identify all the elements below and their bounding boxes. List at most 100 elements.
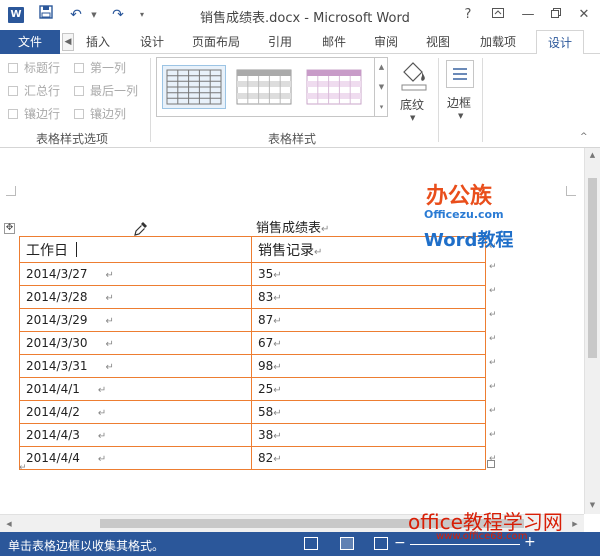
web-layout-icon[interactable]: [374, 537, 388, 550]
save-icon[interactable]: [36, 5, 56, 25]
print-layout-icon[interactable]: [340, 537, 354, 550]
vertical-scrollbar[interactable]: ▲ ▼: [584, 148, 600, 514]
table-row[interactable]: 2014/4/2 ↵ 58↵: [19, 400, 486, 424]
checkbox[interactable]: [74, 86, 84, 96]
workday-cell[interactable]: 2014/4/4 ↵: [19, 446, 252, 470]
zoom-slider[interactable]: [410, 544, 520, 545]
gallery-up-icon[interactable]: ▲: [375, 57, 388, 77]
help-button[interactable]: ?: [456, 4, 480, 26]
sales-record-cell[interactable]: 67↵: [251, 331, 486, 355]
undo-icon[interactable]: ↶: [66, 5, 86, 25]
table-row[interactable]: 2014/4/3 ↵ 38↵: [19, 423, 486, 447]
workday-cell[interactable]: 2014/3/31 ↵: [19, 354, 252, 378]
workday-cell[interactable]: 2014/4/2 ↵: [19, 400, 252, 424]
tab-insert[interactable]: 插入: [80, 30, 116, 54]
checkbox[interactable]: [8, 109, 18, 119]
option-banded-columns[interactable]: 镶边列: [74, 106, 126, 122]
shading-dropdown-icon[interactable]: ▼: [410, 114, 415, 122]
sales-record-cell[interactable]: 82↵: [251, 446, 486, 470]
tab-references[interactable]: 引用: [262, 30, 298, 54]
sales-record-cell[interactable]: 58↵: [251, 400, 486, 424]
table-resize-handle[interactable]: [487, 460, 495, 468]
text-cursor: [76, 241, 77, 257]
table-row[interactable]: 2014/3/29 ↵ 87↵: [19, 308, 486, 332]
tab-mailings[interactable]: 邮件: [316, 30, 352, 54]
sales-record-cell[interactable]: 87↵: [251, 308, 486, 332]
tab-table-design[interactable]: 设计: [536, 30, 584, 55]
table-style-purple-shading[interactable]: [303, 66, 365, 108]
workday-cell[interactable]: 2014/3/30 ↵: [19, 331, 252, 355]
option-first-column[interactable]: 第一列: [74, 60, 126, 76]
tab-review[interactable]: 审阅: [368, 30, 404, 54]
group-label-style-options: 表格样式选项: [36, 132, 109, 146]
vertical-scroll-thumb[interactable]: [588, 178, 597, 358]
checkbox[interactable]: [74, 109, 84, 119]
gallery-down-icon[interactable]: ▼: [375, 77, 388, 97]
table-row[interactable]: 2014/4/1 ↵ 25↵: [19, 377, 486, 401]
group-divider: [438, 58, 439, 142]
table-row[interactable]: 2014/3/31 ↵ 98↵: [19, 354, 486, 378]
gallery-more-icon[interactable]: ▾: [375, 97, 388, 117]
window-title: 销售成绩表.docx - Microsoft Word: [200, 11, 410, 26]
table-style-plain-grid[interactable]: [162, 65, 226, 109]
option-header-row[interactable]: 标题行: [8, 60, 60, 76]
sales-record-cell[interactable]: 83↵: [251, 285, 486, 309]
zoom-out-icon[interactable]: −: [394, 535, 406, 551]
table-row[interactable]: 2014/3/28 ↵ 83↵: [19, 285, 486, 309]
workday-cell[interactable]: 2014/3/27 ↵: [19, 262, 252, 286]
tab-view[interactable]: 视图: [420, 30, 456, 54]
sales-record-cell[interactable]: 25↵: [251, 377, 486, 401]
row-end-mark: ↵: [489, 406, 497, 416]
minimize-icon[interactable]: —: [516, 4, 540, 26]
borders-icon[interactable]: [446, 60, 474, 88]
row-end-mark: ↵: [489, 286, 497, 296]
group-label-table-styles: 表格样式: [268, 132, 317, 146]
borders-dropdown-icon[interactable]: ▼: [458, 112, 463, 120]
option-banded-rows[interactable]: 镶边行: [8, 106, 60, 122]
restore-icon[interactable]: [544, 4, 568, 26]
table-row[interactable]: 2014/3/27 ↵ 35↵: [19, 262, 486, 286]
close-icon[interactable]: ✕: [572, 4, 596, 26]
table-style-light-shading[interactable]: [233, 66, 295, 108]
workday-cell[interactable]: 2014/4/3 ↵: [19, 423, 252, 447]
table-row[interactable]: 2014/4/4 ↵ 82↵: [19, 446, 486, 470]
read-mode-icon[interactable]: [304, 537, 318, 550]
document-title: 销售成绩表↵: [256, 221, 330, 236]
shading-button[interactable]: 底纹: [400, 96, 424, 113]
tab-file[interactable]: 文件: [0, 30, 60, 54]
checkbox[interactable]: [74, 63, 84, 73]
table-header-row[interactable]: 工作日 销售记录↵: [19, 236, 486, 263]
undo-dropdown-icon[interactable]: ▼: [84, 5, 104, 25]
workday-cell[interactable]: 2014/3/29 ↵: [19, 308, 252, 332]
scroll-right-icon[interactable]: ▶: [568, 517, 582, 531]
tab-page-layout[interactable]: 页面布局: [186, 30, 246, 54]
checkbox[interactable]: [8, 63, 18, 73]
collapse-ribbon-icon[interactable]: ^: [580, 132, 588, 142]
scroll-up-icon[interactable]: ▲: [585, 148, 600, 162]
workday-cell[interactable]: 2014/4/1 ↵: [19, 377, 252, 401]
word-logo-icon[interactable]: W: [8, 7, 24, 23]
borders-button[interactable]: 边框: [447, 94, 471, 111]
customize-toolbar-icon[interactable]: ▾: [132, 5, 152, 25]
sales-record-cell[interactable]: 35↵: [251, 262, 486, 286]
table-move-handle-icon[interactable]: ✥: [4, 223, 15, 234]
option-total-row[interactable]: 汇总行: [8, 83, 60, 99]
scroll-left-icon[interactable]: ◀: [2, 517, 16, 531]
sales-record-cell[interactable]: 98↵: [251, 354, 486, 378]
redo-icon[interactable]: ↷: [108, 5, 128, 25]
sales-record-cell[interactable]: 38↵: [251, 423, 486, 447]
scroll-down-icon[interactable]: ▼: [585, 498, 600, 512]
tab-scroll-left-icon[interactable]: ◀: [62, 33, 74, 51]
tab-design[interactable]: 设计: [134, 30, 170, 54]
table-row[interactable]: 2014/3/30 ↵ 67↵: [19, 331, 486, 355]
watermark-url: www.office68.com: [436, 531, 528, 542]
option-last-column[interactable]: 最后一列: [74, 83, 138, 99]
ribbon-display-options-icon[interactable]: [486, 4, 510, 26]
group-divider: [150, 58, 151, 142]
tab-add-ins[interactable]: 加载项: [474, 30, 522, 54]
workday-cell[interactable]: 2014/3/28 ↵: [19, 285, 252, 309]
checkbox[interactable]: [8, 86, 18, 96]
shading-icon[interactable]: [396, 58, 430, 94]
sales-table[interactable]: 工作日 销售记录↵ 2014/3/27 ↵ 35↵ 2014/3/28 ↵ 83↵ 2014…: [19, 236, 486, 470]
table-header-cell[interactable]: 工作日: [19, 236, 252, 263]
